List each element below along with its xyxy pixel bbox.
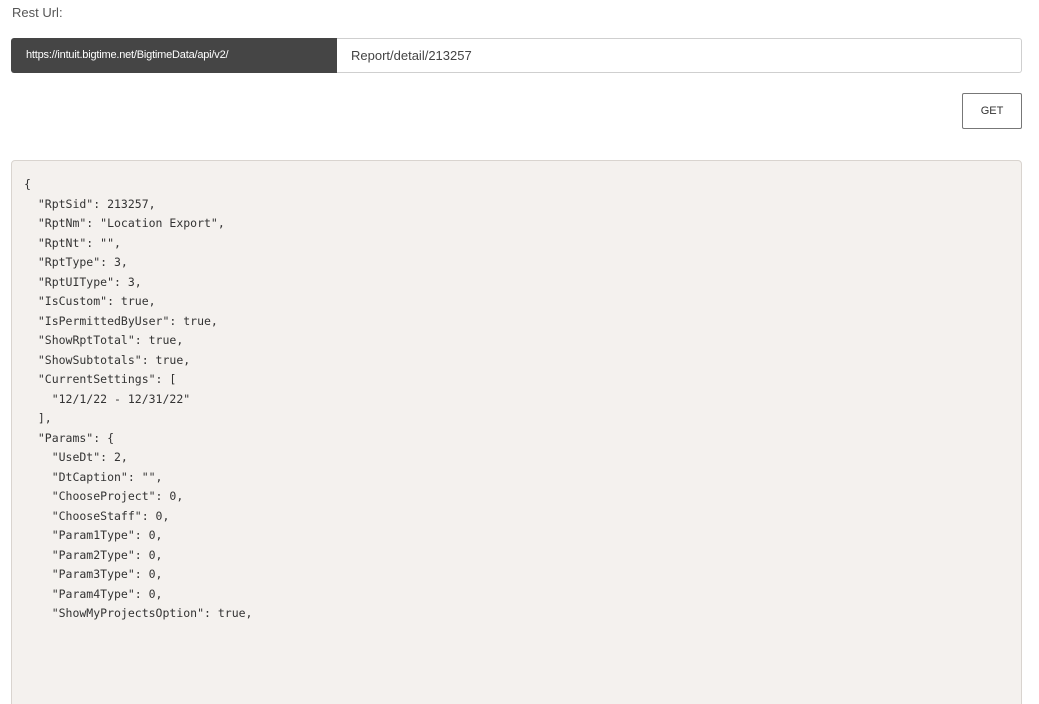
response-panel: { "RptSid": 213257, "RptNm": "Location E… xyxy=(11,160,1022,704)
response-line: "IsCustom": true, xyxy=(24,294,156,308)
response-line: "ChooseStaff": 0, xyxy=(24,508,170,523)
response-line: "Param3Type": 0, xyxy=(24,567,163,581)
response-line: "UseDt": 2, xyxy=(24,450,128,464)
response-line: "CurrentSettings": [ xyxy=(24,372,177,386)
response-line: { xyxy=(24,177,31,191)
rest-url-label: Rest Url: xyxy=(12,5,63,20)
response-line: "Param1Type": 0, xyxy=(24,528,163,542)
response-line: "ChooseProject": 0, xyxy=(24,489,184,503)
base-url-prefix: https://intuit.bigtime.net/BigtimeData/a… xyxy=(11,38,337,73)
response-line: "RptNt": "", xyxy=(24,235,121,250)
response-line: "RptUIType": 3, xyxy=(24,274,142,289)
response-line: "ShowSubtotals": true, xyxy=(24,352,191,367)
rest-url-row: https://intuit.bigtime.net/BigtimeData/a… xyxy=(11,38,1022,73)
response-line: "12/1/22 - 12/31/22" xyxy=(24,391,191,406)
response-line: "RptSid": 213257, xyxy=(24,196,156,211)
rest-api-tester: Rest Url: https://intuit.bigtime.net/Big… xyxy=(0,0,1039,704)
get-button[interactable]: GET xyxy=(962,93,1022,129)
response-line: "ShowMyProjectsOption": true, xyxy=(24,606,253,620)
response-line: "IsPermittedByUser": true, xyxy=(24,313,218,328)
response-line: "Params": { xyxy=(24,430,115,445)
response-line: "Param2Type": 0, xyxy=(24,547,163,562)
response-line: "RptType": 3, xyxy=(24,255,128,269)
response-json: { "RptSid": 213257, "RptNm": "Location E… xyxy=(12,161,1021,624)
rest-url-path-input[interactable] xyxy=(337,38,1022,73)
response-line: "Param4Type": 0, xyxy=(24,586,163,601)
response-line: "ShowRptTotal": true, xyxy=(24,333,184,347)
response-line: "RptNm": "Location Export", xyxy=(24,216,225,230)
response-line: ], xyxy=(24,411,52,425)
response-line: "DtCaption": "", xyxy=(24,469,163,484)
